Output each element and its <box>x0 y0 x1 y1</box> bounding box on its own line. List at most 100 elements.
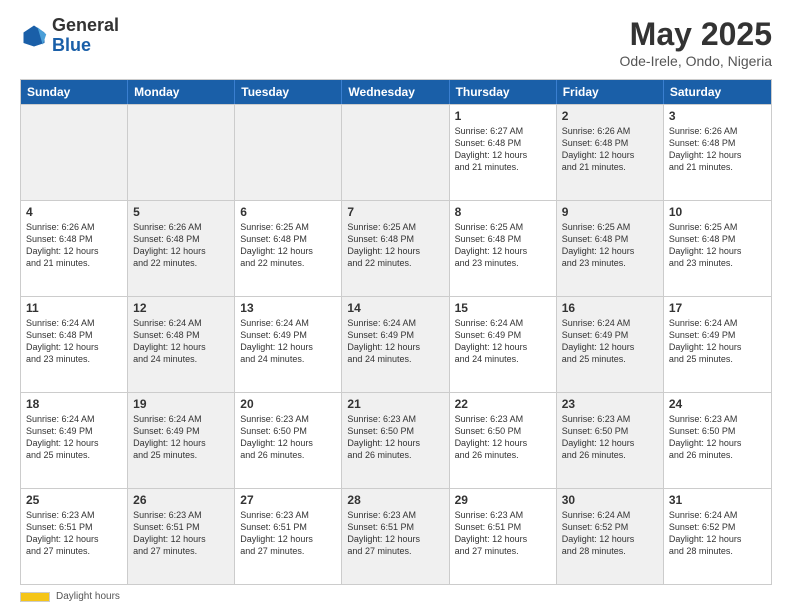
day-number: 21 <box>347 397 443 411</box>
day-number: 24 <box>669 397 766 411</box>
day-info: Sunrise: 6:24 AM Sunset: 6:49 PM Dayligh… <box>455 317 551 366</box>
day-info: Sunrise: 6:23 AM Sunset: 6:51 PM Dayligh… <box>26 509 122 558</box>
calendar-empty-cell <box>128 105 235 200</box>
calendar-day-2: 2 Sunrise: 6:26 AM Sunset: 6:48 PM Daylig… <box>557 105 664 200</box>
weekday-header-wednesday: Wednesday <box>342 80 449 104</box>
calendar-row-5: 25 Sunrise: 6:23 AM Sunset: 6:51 PM Dayli… <box>21 488 771 584</box>
logo-general-text: General <box>52 15 119 35</box>
calendar-day-10: 10 Sunrise: 6:25 AM Sunset: 6:48 PM Dayli… <box>664 201 771 296</box>
day-info: Sunrise: 6:27 AM Sunset: 6:48 PM Dayligh… <box>455 125 551 174</box>
logo-text: General Blue <box>52 16 119 56</box>
daylight-bar-icon <box>20 592 50 602</box>
calendar-day-4: 4 Sunrise: 6:26 AM Sunset: 6:48 PM Daylig… <box>21 201 128 296</box>
footer: Daylight hours <box>20 591 772 602</box>
day-number: 22 <box>455 397 551 411</box>
calendar-day-19: 19 Sunrise: 6:24 AM Sunset: 6:49 PM Dayli… <box>128 393 235 488</box>
day-info: Sunrise: 6:25 AM Sunset: 6:48 PM Dayligh… <box>562 221 658 270</box>
calendar-day-8: 8Sunrise: 6:25 AM Sunset: 6:48 PM Daylig… <box>450 201 557 296</box>
day-info: Sunrise: 6:24 AM Sunset: 6:52 PM Dayligh… <box>562 509 658 558</box>
day-info: Sunrise: 6:23 AM Sunset: 6:50 PM Dayligh… <box>669 413 766 462</box>
day-number: 31 <box>669 493 766 507</box>
day-number: 7 <box>347 205 443 219</box>
title-block: May 2025 Ode-Irele, Ondo, Nigeria <box>619 16 772 69</box>
day-info: Sunrise: 6:24 AM Sunset: 6:49 PM Dayligh… <box>669 317 766 366</box>
day-info: Sunrise: 6:23 AM Sunset: 6:51 PM Dayligh… <box>133 509 229 558</box>
day-info: Sunrise: 6:24 AM Sunset: 6:49 PM Dayligh… <box>26 413 122 462</box>
day-info: Sunrise: 6:25 AM Sunset: 6:48 PM Dayligh… <box>455 221 551 270</box>
calendar-day-16: 16Sunrise: 6:24 AM Sunset: 6:49 PM Dayli… <box>557 297 664 392</box>
logo-icon <box>20 22 48 50</box>
calendar-empty-cell <box>21 105 128 200</box>
day-info: Sunrise: 6:26 AM Sunset: 6:48 PM Dayligh… <box>26 221 122 270</box>
day-number: 3 <box>669 109 766 123</box>
day-number: 2 <box>562 109 658 123</box>
calendar-row-4: 18Sunrise: 6:24 AM Sunset: 6:49 PM Dayli… <box>21 392 771 488</box>
logo-blue-text: Blue <box>52 35 91 55</box>
weekday-header-tuesday: Tuesday <box>235 80 342 104</box>
day-info: Sunrise: 6:24 AM Sunset: 6:49 PM Dayligh… <box>562 317 658 366</box>
day-info: Sunrise: 6:23 AM Sunset: 6:50 PM Dayligh… <box>347 413 443 462</box>
calendar-day-31: 31 Sunrise: 6:24 AM Sunset: 6:52 PM Dayli… <box>664 489 771 584</box>
calendar-day-3: 3 Sunrise: 6:26 AM Sunset: 6:48 PM Daylig… <box>664 105 771 200</box>
day-info: Sunrise: 6:25 AM Sunset: 6:48 PM Dayligh… <box>240 221 336 270</box>
calendar-day-17: 17 Sunrise: 6:24 AM Sunset: 6:49 PM Dayli… <box>664 297 771 392</box>
day-info: Sunrise: 6:24 AM Sunset: 6:49 PM Dayligh… <box>347 317 443 366</box>
day-number: 28 <box>347 493 443 507</box>
location: Ode-Irele, Ondo, Nigeria <box>619 53 772 69</box>
day-info: Sunrise: 6:23 AM Sunset: 6:50 PM Dayligh… <box>240 413 336 462</box>
day-number: 17 <box>669 301 766 315</box>
day-info: Sunrise: 6:26 AM Sunset: 6:48 PM Dayligh… <box>669 125 766 174</box>
calendar-day-28: 28 Sunrise: 6:23 AM Sunset: 6:51 PM Dayli… <box>342 489 449 584</box>
day-info: Sunrise: 6:23 AM Sunset: 6:51 PM Dayligh… <box>347 509 443 558</box>
calendar-empty-cell <box>342 105 449 200</box>
day-info: Sunrise: 6:26 AM Sunset: 6:48 PM Dayligh… <box>562 125 658 174</box>
day-number: 4 <box>26 205 122 219</box>
day-info: Sunrise: 6:25 AM Sunset: 6:48 PM Dayligh… <box>669 221 766 270</box>
calendar-day-30: 30 Sunrise: 6:24 AM Sunset: 6:52 PM Dayli… <box>557 489 664 584</box>
calendar-day-7: 7 Sunrise: 6:25 AM Sunset: 6:48 PM Daylig… <box>342 201 449 296</box>
day-info: Sunrise: 6:26 AM Sunset: 6:48 PM Dayligh… <box>133 221 229 270</box>
day-info: Sunrise: 6:23 AM Sunset: 6:51 PM Dayligh… <box>240 509 336 558</box>
weekday-header-monday: Monday <box>128 80 235 104</box>
day-info: Sunrise: 6:24 AM Sunset: 6:49 PM Dayligh… <box>133 413 229 462</box>
calendar-day-20: 20Sunrise: 6:23 AM Sunset: 6:50 PM Dayli… <box>235 393 342 488</box>
calendar-empty-cell <box>235 105 342 200</box>
header: General Blue May 2025 Ode-Irele, Ondo, N… <box>20 16 772 69</box>
calendar: SundayMondayTuesdayWednesdayThursdayFrid… <box>20 79 772 585</box>
calendar-day-12: 12Sunrise: 6:24 AM Sunset: 6:48 PM Dayli… <box>128 297 235 392</box>
calendar-day-21: 21 Sunrise: 6:23 AM Sunset: 6:50 PM Dayli… <box>342 393 449 488</box>
calendar-day-25: 25 Sunrise: 6:23 AM Sunset: 6:51 PM Dayli… <box>21 489 128 584</box>
day-info: Sunrise: 6:23 AM Sunset: 6:50 PM Dayligh… <box>455 413 551 462</box>
calendar-day-22: 22 Sunrise: 6:23 AM Sunset: 6:50 PM Dayli… <box>450 393 557 488</box>
calendar-day-29: 29Sunrise: 6:23 AM Sunset: 6:51 PM Dayli… <box>450 489 557 584</box>
weekday-header-thursday: Thursday <box>450 80 557 104</box>
calendar-day-15: 15 Sunrise: 6:24 AM Sunset: 6:49 PM Dayli… <box>450 297 557 392</box>
day-info: Sunrise: 6:24 AM Sunset: 6:49 PM Dayligh… <box>240 317 336 366</box>
month-title: May 2025 <box>619 16 772 53</box>
day-info: Sunrise: 6:24 AM Sunset: 6:48 PM Dayligh… <box>26 317 122 366</box>
calendar-day-11: 11 Sunrise: 6:24 AM Sunset: 6:48 PM Dayli… <box>21 297 128 392</box>
day-number: 25 <box>26 493 122 507</box>
day-number: 14 <box>347 301 443 315</box>
calendar-day-9: 9Sunrise: 6:25 AM Sunset: 6:48 PM Daylig… <box>557 201 664 296</box>
day-number: 11 <box>26 301 122 315</box>
daylight-label: Daylight hours <box>56 591 120 602</box>
calendar-day-18: 18Sunrise: 6:24 AM Sunset: 6:49 PM Dayli… <box>21 393 128 488</box>
day-info: Sunrise: 6:23 AM Sunset: 6:51 PM Dayligh… <box>455 509 551 558</box>
page: General Blue May 2025 Ode-Irele, Ondo, N… <box>0 0 792 612</box>
day-number: 10 <box>669 205 766 219</box>
day-number: 13 <box>240 301 336 315</box>
day-number: 12 <box>133 301 229 315</box>
weekday-header-sunday: Sunday <box>21 80 128 104</box>
day-number: 30 <box>562 493 658 507</box>
day-info: Sunrise: 6:25 AM Sunset: 6:48 PM Dayligh… <box>347 221 443 270</box>
weekday-header-saturday: Saturday <box>664 80 771 104</box>
calendar-day-14: 14 Sunrise: 6:24 AM Sunset: 6:49 PM Dayli… <box>342 297 449 392</box>
calendar-header: SundayMondayTuesdayWednesdayThursdayFrid… <box>21 80 771 104</box>
day-number: 19 <box>133 397 229 411</box>
calendar-row-3: 11 Sunrise: 6:24 AM Sunset: 6:48 PM Dayli… <box>21 296 771 392</box>
day-number: 15 <box>455 301 551 315</box>
day-number: 23 <box>562 397 658 411</box>
day-info: Sunrise: 6:24 AM Sunset: 6:52 PM Dayligh… <box>669 509 766 558</box>
day-number: 27 <box>240 493 336 507</box>
